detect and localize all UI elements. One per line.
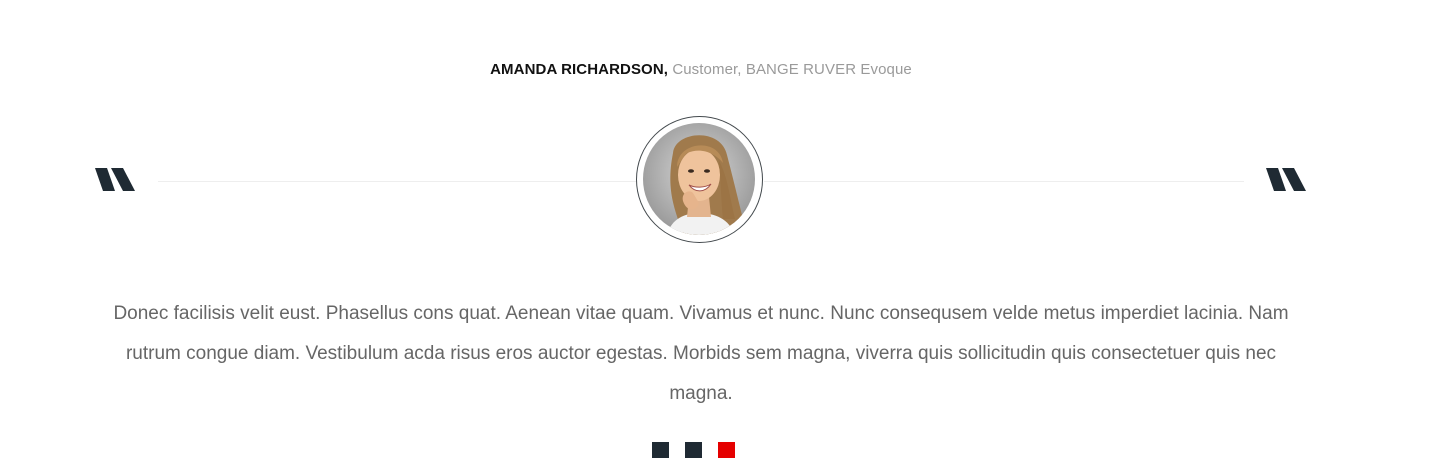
author-role: Customer, BANGE RUVER Evoque bbox=[672, 61, 912, 78]
quote-close-icon bbox=[1265, 168, 1307, 192]
testimonial-author: AMANDA RICHARDSON, Customer, BANGE RUVER… bbox=[0, 60, 1402, 80]
avatar bbox=[643, 123, 755, 235]
avatar-frame bbox=[636, 116, 763, 243]
divider-left bbox=[158, 181, 638, 182]
author-name: AMANDA RICHARDSON, bbox=[490, 61, 669, 78]
divider-right bbox=[764, 181, 1244, 182]
carousel-dot-2[interactable] bbox=[685, 442, 702, 458]
carousel-dot-1[interactable] bbox=[652, 442, 669, 458]
testimonial-text: Donec facilisis velit eust. Phasellus co… bbox=[113, 303, 1289, 404]
quote-open-icon bbox=[94, 168, 136, 192]
carousel-dot-3[interactable] bbox=[718, 442, 735, 458]
carousel-pagination bbox=[652, 442, 735, 458]
